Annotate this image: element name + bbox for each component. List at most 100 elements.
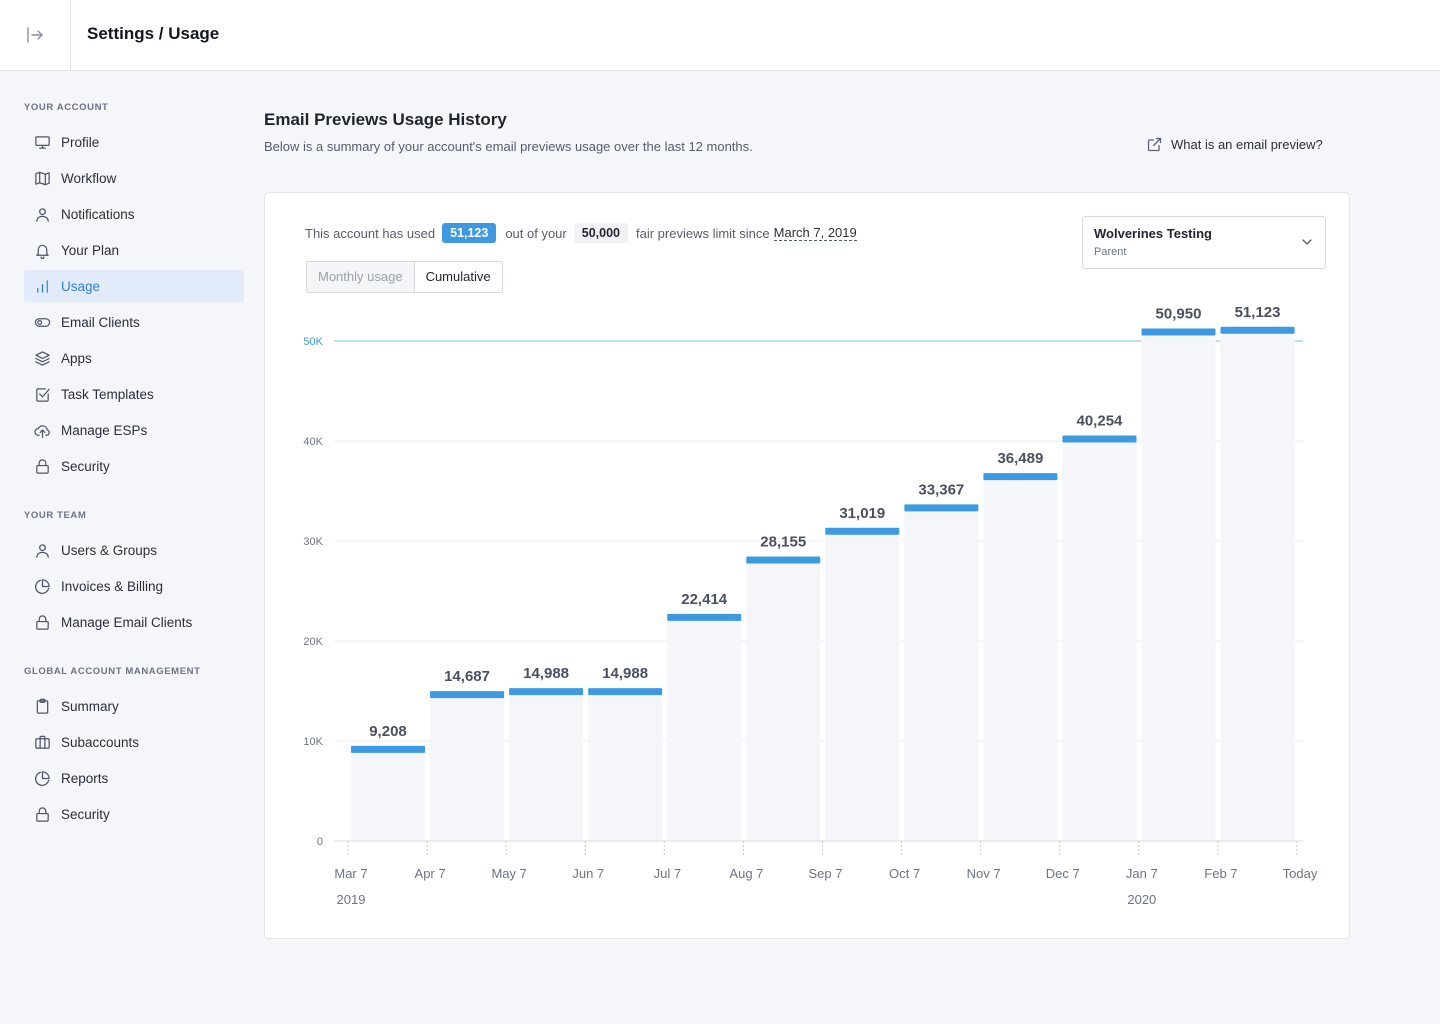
sidebar-item-security[interactable]: Security [24, 450, 244, 482]
sidebar-item-label: Security [61, 806, 110, 822]
arrow-right-to-line-icon [27, 27, 43, 43]
bar-cap [588, 688, 663, 696]
lock-icon [34, 614, 51, 631]
sidebar-item-usage[interactable]: Usage [24, 270, 244, 302]
x-tick-label: Mar 7 [334, 866, 367, 881]
bar-cap [1062, 435, 1137, 443]
bar-cap [351, 745, 425, 753]
bar [430, 694, 505, 841]
bar-value-label: 40,254 [1077, 412, 1124, 429]
sidebar-item-label: Your Plan [61, 242, 120, 258]
sidebar-item-profile[interactable]: Profile [24, 126, 244, 158]
x-tick-label: Aug 7 [729, 866, 763, 881]
sidebar-item-label: Reports [61, 770, 109, 786]
bar [667, 616, 742, 841]
y-tick-label: 50K [303, 336, 323, 348]
sidebar-item-label: Manage Email Clients [61, 614, 193, 630]
bar [746, 559, 821, 841]
bar-value-label: 36,489 [997, 450, 1043, 467]
sidebar-item-summary[interactable]: Summary [24, 690, 244, 722]
x-tick-label: Feb 7 [1204, 866, 1237, 881]
bar-cap [509, 688, 584, 696]
sidebar-item-users-groups[interactable]: Users & Groups [24, 534, 244, 566]
bar [983, 476, 1058, 841]
sidebar-item-label: Email Clients [61, 314, 140, 330]
bar [1062, 438, 1137, 841]
sidebar-item-invoices-billing[interactable]: Invoices & Billing [24, 570, 244, 602]
bar-value-label: 9,208 [369, 723, 407, 740]
bar [351, 748, 425, 841]
bar-cap [904, 504, 979, 512]
sidebar-item-label: Invoices & Billing [61, 578, 164, 594]
usage-chart: 0 10K 20K 30K 40K 50K 9,208 14,687 14,988 14,988 2… [303, 304, 1317, 907]
x-tick-label: Jun 7 [572, 866, 604, 881]
pie-chart-icon [34, 578, 51, 595]
bar-value-label: 22,414 [681, 591, 728, 608]
breadcrumb: Settings / Usage [87, 24, 220, 43]
bar-value-label: 14,988 [602, 665, 648, 682]
x-tick-label: Dec 7 [1046, 866, 1080, 881]
sidebar-item-workflow[interactable]: Workflow [24, 162, 244, 194]
top-bar: Settings / Usage [0, 0, 1440, 71]
sidebar: YOUR ACCOUNT Profile Workflow Notifications… [24, 100, 244, 834]
sidebar-item-label: Subaccounts [61, 734, 140, 750]
help-link-label: What is an email preview? [1171, 137, 1323, 152]
sidebar-item-email-clients[interactable]: Email Clients [24, 306, 244, 338]
x-tick-label: Apr 7 [415, 866, 446, 881]
x-tick-label: Nov 7 [967, 866, 1001, 881]
map-icon [34, 170, 51, 187]
sidebar-item-label: Apps [61, 350, 92, 366]
sidebar-item-manage-esps[interactable]: Manage ESPs [24, 414, 244, 446]
email-preview-help-link[interactable]: What is an email preview? [1147, 137, 1323, 152]
y-tick-label: 10K [303, 736, 323, 748]
bar [509, 691, 584, 841]
sidebar-item-label: Task Templates [61, 386, 154, 402]
bar [1220, 329, 1295, 841]
lock-icon [34, 806, 51, 823]
sidebar-item-label: Users & Groups [61, 542, 158, 558]
page-title: Email Previews Usage History [264, 110, 507, 129]
check-square-icon [34, 386, 51, 403]
y-tick-label: 0 [317, 836, 323, 848]
bar-value-label: 33,367 [918, 481, 964, 498]
sidebar-item-task-templates[interactable]: Task Templates [24, 378, 244, 410]
page-subtitle: Below is a summary of your account's ema… [264, 139, 753, 154]
bar-cap [1220, 326, 1295, 334]
sidebar-item-apps[interactable]: Apps [24, 342, 244, 374]
x-tick-label: Jul 7 [654, 866, 681, 881]
usage-card: This account has used 51,123 out of your… [264, 192, 1350, 939]
monitor-icon [34, 134, 51, 151]
bar [825, 530, 900, 841]
x-tick-label: Oct 7 [889, 866, 920, 881]
sidebar-item-label: Workflow [61, 170, 117, 186]
sidebar-item-label: Manage ESPs [61, 422, 148, 438]
bar-cap [983, 473, 1058, 481]
sidebar-section-title: YOUR TEAM [24, 510, 87, 521]
year-label: 2019 [337, 892, 366, 907]
sidebar-item-notifications[interactable]: Notifications [24, 198, 244, 230]
sidebar-item-security[interactable]: Security [24, 798, 244, 830]
sidebar-item-label: Notifications [61, 206, 135, 222]
x-tick-label: Sep 7 [809, 866, 843, 881]
expand-sidebar-button[interactable] [0, 0, 71, 70]
sidebar-section-title: YOUR ACCOUNT [24, 102, 109, 113]
y-tick-label: 40K [303, 436, 323, 448]
bar-value-label: 14,988 [523, 665, 569, 682]
bar [588, 691, 663, 841]
briefcase-icon [34, 734, 51, 751]
sidebar-item-label: Security [61, 458, 110, 474]
user-icon [34, 206, 51, 223]
sidebar-section-title: GLOBAL ACCOUNT MANAGEMENT [24, 666, 201, 677]
sidebar-item-manage-email-clients[interactable]: Manage Email Clients [24, 606, 244, 638]
sidebar-item-label: Usage [61, 278, 101, 294]
bar-value-label: 31,019 [839, 505, 885, 522]
bar-cap [825, 527, 900, 535]
bell-icon [34, 242, 51, 259]
sidebar-item-your-plan[interactable]: Your Plan [24, 234, 244, 266]
sidebar-item-subaccounts[interactable]: Subaccounts [24, 726, 244, 758]
bar-cap [667, 613, 742, 621]
bar-value-label: 14,687 [444, 668, 490, 685]
bar-cap [1141, 328, 1216, 336]
bar-value-label: 50,950 [1156, 306, 1202, 323]
sidebar-item-reports[interactable]: Reports [24, 762, 244, 794]
